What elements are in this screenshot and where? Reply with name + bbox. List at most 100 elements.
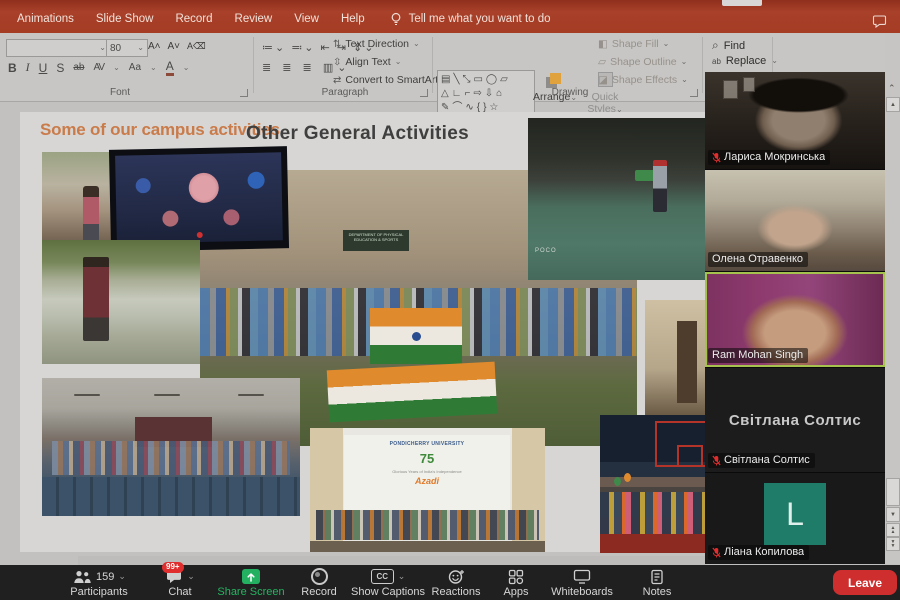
chat-caret-icon[interactable]: [187, 571, 195, 582]
video-tile-svitlana[interactable]: Світлана Солтис Світлана Солтис: [705, 368, 885, 472]
scroll-up-button[interactable]: ▲: [886, 97, 900, 112]
banner-subtitle: Glorious Years of India's Independence: [344, 469, 510, 474]
video-tile-larysa[interactable]: Лариса Мокринська: [705, 72, 885, 169]
text-shadow-button[interactable]: S: [56, 61, 64, 75]
change-case-button[interactable]: Aa: [129, 62, 141, 73]
drawing-group-label: Drawing: [540, 87, 600, 98]
photo-video-call-screen: [109, 146, 289, 252]
wall-frame: [723, 80, 738, 99]
participant-name-label: Олена Отравенко: [708, 252, 808, 267]
notes-icon: [650, 569, 664, 585]
leave-button[interactable]: Leave: [833, 570, 897, 595]
menu-slide-show[interactable]: Slide Show: [85, 9, 165, 29]
italic-button[interactable]: I: [26, 60, 30, 75]
grow-font-icon[interactable]: [148, 40, 161, 52]
previous-slide-button[interactable]: ▲▲: [886, 523, 900, 537]
department-sign: DEPARTMENT OF PHYSICAL EDUCATION & SPORT…: [343, 230, 409, 251]
shape-fill-button[interactable]: Shape Fill: [598, 38, 669, 50]
chat-button[interactable]: 99+ Chat: [150, 568, 210, 598]
menu-help[interactable]: Help: [330, 9, 376, 29]
indian-flag-banner: [327, 362, 497, 423]
slide-heading-right: Other General Activities: [246, 123, 469, 145]
participants-count: 159: [96, 571, 114, 583]
tell-me-box[interactable]: Tell me what you want to do: [390, 12, 551, 26]
poco-watermark: POCO: [535, 248, 557, 254]
clear-formatting-icon[interactable]: [187, 40, 206, 52]
font-color-button[interactable]: A: [166, 59, 174, 76]
ppt-scrollbar: ⌃ ▲ ▼ ▲▲ ▼▼: [885, 33, 900, 564]
shape-effects-button[interactable]: Shape Effects: [598, 74, 688, 86]
video-tile-ram-active-speaker[interactable]: Ram Mohan Singh: [705, 272, 885, 367]
balloon: [614, 477, 621, 486]
participants-caret-icon[interactable]: [118, 571, 126, 582]
replace-button[interactable]: Replace: [712, 55, 778, 67]
titlebar-tab: [722, 0, 762, 6]
powerpoint-titlebar: Animations Slide Show Record Review View…: [0, 0, 900, 33]
screen: Animations Slide Show Record Review View…: [0, 0, 900, 600]
paragraph-group-label: Paragraph: [310, 87, 380, 98]
scroll-down-button[interactable]: ▼: [886, 507, 900, 522]
find-button[interactable]: Find: [712, 38, 745, 53]
menu-record[interactable]: Record: [164, 9, 223, 29]
zoom-toolbar: 159 Participants 99+ Chat: [0, 565, 900, 600]
whiteboards-button[interactable]: Whiteboards: [546, 568, 618, 598]
video-avatar: [163, 211, 179, 227]
reactions-button[interactable]: Reactions: [424, 568, 488, 598]
video-tile-olena[interactable]: Олена Отравенко: [705, 170, 885, 271]
apps-button[interactable]: Apps: [492, 568, 540, 598]
video-avatar: [248, 172, 265, 189]
muted-mic-icon: [712, 455, 721, 466]
muted-mic-icon: [712, 547, 721, 558]
banner-azadi: Azadi: [344, 476, 510, 486]
whiteboards-icon: [573, 569, 591, 584]
indian-flag: [370, 308, 462, 364]
record-icon: [311, 568, 328, 585]
flag-chakra: [412, 332, 421, 341]
menu-view[interactable]: View: [283, 9, 330, 29]
shape-outline-button[interactable]: Shape Outline: [598, 56, 687, 68]
instructor-figure: [83, 257, 109, 341]
align-text-button[interactable]: Align Text: [333, 56, 401, 68]
menu-review[interactable]: Review: [224, 9, 284, 29]
ribbon-menu: Animations Slide Show Record Review View…: [6, 9, 551, 29]
show-captions-button[interactable]: CC Show Captions: [342, 568, 434, 598]
shapes-row-1: [441, 72, 531, 86]
video-avatar: [135, 178, 150, 193]
banner-title: PONDICHERRY UNIVERSITY: [344, 441, 510, 447]
text-direction-button[interactable]: Text Direction: [333, 38, 420, 50]
drawing-dialog-launcher[interactable]: [690, 89, 698, 97]
speaker-figure: [83, 186, 99, 242]
slide-heading-left: Some of our campus activities: [40, 120, 280, 140]
photo-badminton: POCO: [528, 118, 707, 280]
photo-corridor: [645, 300, 707, 415]
character-spacing-button[interactable]: AV: [93, 62, 104, 73]
record-button[interactable]: Record: [292, 568, 346, 598]
apps-icon: [508, 569, 524, 585]
underline-button[interactable]: U: [39, 61, 48, 75]
font-name-combo[interactable]: [6, 39, 110, 57]
paragraph-dialog-launcher[interactable]: [420, 89, 428, 97]
participant-name-label: Ram Mohan Singh: [708, 348, 808, 363]
shrink-font-icon[interactable]: [168, 40, 181, 52]
scrollbar-thumb[interactable]: [886, 478, 900, 506]
balloon: [624, 473, 631, 482]
font-size-combo[interactable]: 80: [106, 39, 148, 57]
comments-icon[interactable]: [872, 15, 887, 28]
strikethrough-button[interactable]: ab: [73, 62, 84, 73]
font-dialog-launcher[interactable]: [240, 89, 248, 97]
text-direction-icon: [333, 38, 341, 50]
next-slide-button[interactable]: ▼▼: [886, 537, 900, 551]
ceiling-fan: [238, 394, 264, 396]
bold-button[interactable]: B: [8, 61, 17, 75]
shape-fill-icon: [598, 38, 608, 50]
notes-button[interactable]: Notes: [630, 568, 684, 598]
captions-caret-icon[interactable]: [398, 571, 406, 582]
participants-button[interactable]: 159 Participants: [55, 568, 143, 598]
video-avatar: [223, 209, 239, 225]
video-tile-liana[interactable]: L Ліана Копилова: [705, 473, 885, 564]
participants-icon: [72, 570, 92, 584]
video-avatar: [188, 173, 219, 204]
collapse-ribbon-icon[interactable]: ⌃: [888, 83, 896, 94]
menu-animations[interactable]: Animations: [6, 9, 85, 29]
share-screen-button[interactable]: Share Screen: [213, 568, 289, 598]
